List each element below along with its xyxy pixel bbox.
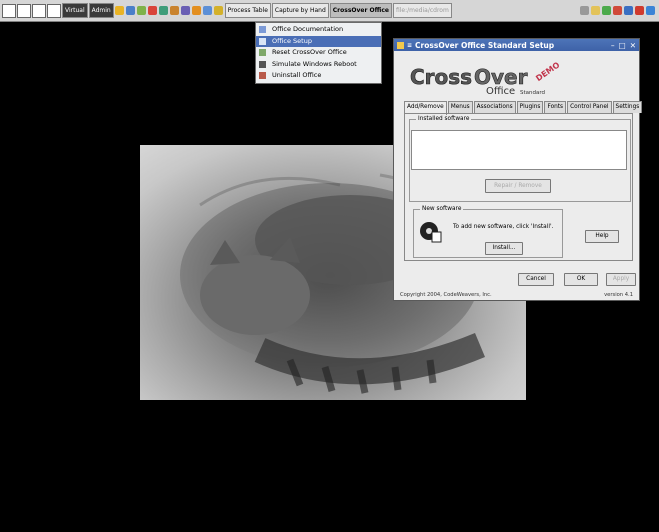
- minimize-icon[interactable]: –: [611, 41, 615, 50]
- browser-icon[interactable]: [125, 6, 135, 15]
- setup-tabs: Add/Remove Menus Associations Plugins Fo…: [404, 101, 643, 115]
- help-button[interactable]: Help: [585, 230, 619, 243]
- taskbar-button-crossover-office[interactable]: CrossOver Office: [329, 3, 392, 18]
- maximize-icon[interactable]: □: [619, 41, 626, 50]
- volume-icon[interactable]: [624, 6, 633, 15]
- app-icon: [397, 41, 404, 49]
- menu-item-uninstall-office[interactable]: Uninstall Office: [256, 70, 381, 82]
- tab-plugins[interactable]: Plugins: [516, 101, 544, 113]
- document-icon: [259, 26, 266, 34]
- installed-software-list[interactable]: [411, 130, 627, 170]
- taskbar-button-virtual[interactable]: Virtual: [62, 3, 88, 18]
- dialog-title: CrossOver Office Standard Setup: [415, 40, 555, 50]
- clipboard-icon[interactable]: [591, 6, 600, 15]
- stop-icon[interactable]: [635, 6, 644, 15]
- desktop-pager-4[interactable]: [47, 3, 61, 18]
- terminal-icon[interactable]: [158, 6, 168, 15]
- version-text: version 4.1: [604, 292, 633, 298]
- taskbar: Virtual Admin Process Table Capture by H…: [0, 0, 659, 22]
- desktop-pager-3[interactable]: [32, 3, 46, 18]
- power-icon[interactable]: [613, 6, 622, 15]
- app-launcher-icon[interactable]: [136, 6, 146, 15]
- dialog-titlebar[interactable]: ≡ CrossOver Office Standard Setup – □ ✕: [394, 39, 639, 51]
- menu-item-office-documentation[interactable]: Office Documentation: [256, 24, 381, 36]
- reboot-icon: [259, 60, 266, 68]
- taskbar-button-media-cdrom[interactable]: file:/media/cdrom: [392, 3, 452, 18]
- edit-icon[interactable]: [580, 6, 589, 15]
- logo-word-standard: Standard: [520, 90, 545, 96]
- close-icon[interactable]: ✕: [630, 41, 636, 50]
- settings-icon[interactable]: [180, 6, 190, 15]
- mail-icon[interactable]: [147, 6, 157, 15]
- taskbar-button-admin[interactable]: Admin: [88, 3, 114, 18]
- add-remove-panel: Installed software Repair / Remove New s…: [404, 113, 633, 261]
- tab-settings[interactable]: Settings: [612, 101, 643, 113]
- crossover-menu-icon[interactable]: [213, 6, 223, 15]
- desktop-pager-2[interactable]: [17, 3, 31, 18]
- new-software-message: To add new software, click 'Install'.: [453, 224, 554, 230]
- copyright-text: Copyright 2004, CodeWeavers, Inc.: [400, 292, 492, 298]
- menu-item-office-setup[interactable]: Office Setup: [256, 35, 381, 47]
- media-icon[interactable]: [191, 6, 201, 15]
- apply-button[interactable]: Apply: [606, 273, 636, 286]
- home-folder-icon[interactable]: [114, 6, 124, 15]
- new-software-label: New software: [422, 206, 462, 212]
- logo-word-cross: Cross: [410, 65, 472, 89]
- tab-control-panel[interactable]: Control Panel: [567, 101, 612, 113]
- reset-icon: [259, 49, 266, 57]
- taskbar-button-capture[interactable]: Capture by Hand: [271, 3, 329, 18]
- tab-menus[interactable]: Menus: [447, 101, 473, 113]
- cancel-button[interactable]: Cancel: [518, 273, 554, 286]
- crossover-menu: Office Documentation Office Setup Reset …: [255, 22, 382, 84]
- system-tray: [580, 6, 657, 15]
- ok-button[interactable]: OK: [564, 273, 598, 286]
- menu-item-simulate-reboot[interactable]: Simulate Windows Reboot: [256, 59, 381, 71]
- office-icon[interactable]: [169, 6, 179, 15]
- tab-fonts[interactable]: Fonts: [544, 101, 567, 113]
- crossover-setup-dialog: ≡ CrossOver Office Standard Setup – □ ✕ …: [393, 38, 643, 301]
- update-icon[interactable]: [602, 6, 611, 15]
- installed-software-label: Installed software: [418, 116, 470, 122]
- taskbar-button-process-table[interactable]: Process Table: [224, 3, 271, 18]
- install-button[interactable]: Install...: [485, 242, 523, 255]
- network-icon[interactable]: [202, 6, 212, 15]
- logo-word-office: Office: [486, 86, 515, 96]
- menu-item-reset-crossover[interactable]: Reset CrossOver Office: [256, 47, 381, 59]
- demo-badge: DEMO: [534, 61, 561, 83]
- crossover-logo: Cross Over Office Standard DEMO: [410, 61, 562, 96]
- uninstall-icon: [259, 72, 266, 80]
- pin-icon[interactable]: ≡: [407, 42, 412, 49]
- tab-associations[interactable]: Associations: [473, 101, 516, 113]
- setup-icon: [259, 37, 266, 45]
- desktop-pager-1[interactable]: [2, 3, 16, 18]
- window-list-icon[interactable]: [646, 6, 655, 15]
- install-cd-icon: [420, 222, 442, 243]
- repair-remove-button[interactable]: Repair / Remove: [485, 179, 551, 193]
